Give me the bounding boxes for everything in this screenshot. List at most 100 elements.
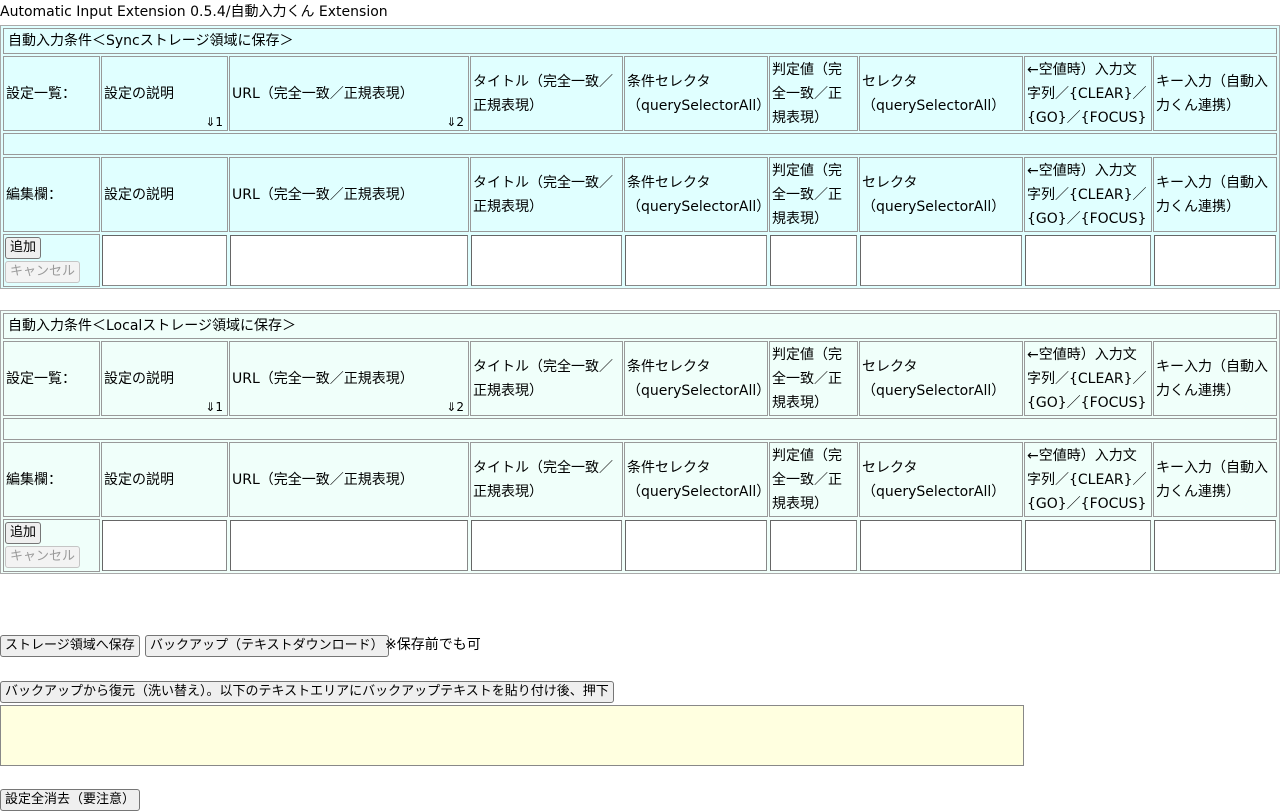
sync-edit-col-key-input: キー入力（自動入力くん連携）: [1153, 157, 1277, 232]
sync-col-url[interactable]: URL（完全一致／正規表現） ⇓2: [229, 56, 469, 131]
sync-selector-input[interactable]: [860, 235, 1022, 286]
edit-col-input-text-label: ←空値時）入力文字列／{CLEAR}／{GO}／{FOCUS}: [1027, 447, 1147, 512]
sync-col-condition-selector: 条件セレクタ（querySelectorAll）: [624, 56, 768, 131]
local-edit-col-judge-value: 判定値（完全一致／正規表現）: [769, 442, 858, 517]
sync-edit-col-selector: セレクタ（querySelectorAll）: [859, 157, 1023, 232]
local-col-title: タイトル（完全一致／正規表現）: [470, 341, 623, 416]
local-condition-selector-input[interactable]: [625, 520, 767, 571]
edit-col-judge-value-label: 判定値（完全一致／正規表現）: [772, 447, 842, 512]
sync-add-button[interactable]: 追加: [5, 237, 42, 259]
col-title-label: タイトル（完全一致／正規表現）: [473, 358, 613, 399]
sync-col-judge-value: 判定値（完全一致／正規表現）: [769, 56, 858, 131]
sync-edit-col-description: 設定の説明: [101, 157, 228, 232]
sort-indicator-1: ⇓1: [205, 400, 223, 414]
local-edit-col-key-input: キー入力（自動入力くん連携）: [1153, 442, 1277, 517]
edit-col-condition-selector-label: 条件セレクタ（querySelectorAll）: [627, 174, 768, 215]
local-add-button[interactable]: 追加: [5, 522, 42, 544]
col-selector-label: セレクタ（querySelectorAll）: [862, 358, 1006, 399]
local-col-description[interactable]: 設定の説明 ⇓1: [101, 341, 228, 416]
sort-indicator-2: ⇓2: [446, 115, 464, 129]
local-edit-col-selector: セレクタ（querySelectorAll）: [859, 442, 1023, 517]
sync-key-input-input[interactable]: [1154, 235, 1276, 286]
local-edit-col-description: 設定の説明: [101, 442, 228, 517]
sync-description-input[interactable]: [102, 235, 227, 286]
local-edit-label-text: 編集欄：: [6, 471, 62, 488]
edit-col-title-label: タイトル（完全一致／正規表現）: [473, 459, 613, 500]
sync-list-label-text: 設定一覧：: [6, 85, 76, 102]
local-judge-value-input[interactable]: [770, 520, 857, 571]
sync-input-text-input[interactable]: [1025, 235, 1151, 286]
sync-edit-label: 編集欄：: [3, 157, 100, 232]
col-url-label: URL（完全一致／正規表現）: [232, 370, 414, 387]
backup-download-button[interactable]: バックアップ（テキストダウンロード）: [145, 635, 389, 657]
sync-judge-value-input[interactable]: [770, 235, 857, 286]
local-cancel-button[interactable]: キャンセル: [5, 546, 81, 568]
edit-col-key-input-label: キー入力（自動入力くん連携）: [1156, 459, 1268, 500]
local-col-input-text: ←空値時）入力文字列／{CLEAR}／{GO}／{FOCUS}: [1024, 341, 1152, 416]
edit-col-key-input-label: キー入力（自動入力くん連携）: [1156, 174, 1268, 215]
restore-textarea[interactable]: [0, 705, 1024, 766]
sync-edit-col-title: タイトル（完全一致／正規表現）: [470, 157, 623, 232]
sync-cancel-button[interactable]: キャンセル: [5, 261, 81, 283]
sync-title-input[interactable]: [471, 235, 622, 286]
local-edit-label: 編集欄：: [3, 442, 100, 517]
local-heading: 自動入力条件＜Localストレージ領域に保存＞: [3, 313, 1277, 339]
edit-col-description-label: 設定の説明: [104, 471, 174, 488]
col-input-text-label: ←空値時）入力文字列／{CLEAR}／{GO}／{FOCUS}: [1027, 346, 1147, 411]
sync-list-label: 設定一覧：: [3, 56, 100, 131]
edit-col-selector-label: セレクタ（querySelectorAll）: [862, 174, 1006, 215]
local-edit-col-condition-selector: 条件セレクタ（querySelectorAll）: [624, 442, 768, 517]
app-title: Automatic Input Extension 0.5.4/自動入力くん E…: [0, 4, 388, 20]
col-url-label: URL（完全一致／正規表現）: [232, 85, 414, 102]
local-list-label: 設定一覧：: [3, 341, 100, 416]
local-edit-col-input-text: ←空値時）入力文字列／{CLEAR}／{GO}／{FOCUS}: [1024, 442, 1152, 517]
sync-col-description[interactable]: 設定の説明 ⇓1: [101, 56, 228, 131]
col-input-text-label: ←空値時）入力文字列／{CLEAR}／{GO}／{FOCUS}: [1027, 61, 1147, 126]
col-judge-value-label: 判定値（完全一致／正規表現）: [772, 346, 842, 411]
local-input-text-input[interactable]: [1025, 520, 1151, 571]
sync-condition-selector-input[interactable]: [625, 235, 767, 286]
local-col-judge-value: 判定値（完全一致／正規表現）: [769, 341, 858, 416]
col-title-label: タイトル（完全一致／正規表現）: [473, 73, 613, 114]
sync-url-input[interactable]: [230, 235, 468, 286]
backup-note: ※保存前でも可: [385, 637, 481, 653]
sync-edit-col-condition-selector: 条件セレクタ（querySelectorAll）: [624, 157, 768, 232]
edit-col-judge-value-label: 判定値（完全一致／正規表現）: [772, 162, 842, 227]
col-description-label: 設定の説明: [104, 370, 174, 387]
sync-col-input-text: ←空値時）入力文字列／{CLEAR}／{GO}／{FOCUS}: [1024, 56, 1152, 131]
col-key-input-label: キー入力（自動入力くん連携）: [1156, 358, 1268, 399]
col-judge-value-label: 判定値（完全一致／正規表現）: [772, 61, 842, 126]
local-url-input[interactable]: [230, 520, 468, 571]
restore-backup-button[interactable]: バックアップから復元（洗い替え）。以下のテキストエリアにバックアップテキストを貼…: [0, 681, 614, 703]
sync-col-selector: セレクタ（querySelectorAll）: [859, 56, 1023, 131]
local-title-input[interactable]: [471, 520, 622, 571]
sync-edit-label-text: 編集欄：: [6, 186, 62, 203]
sync-heading: 自動入力条件＜Syncストレージ領域に保存＞: [3, 28, 1277, 54]
sync-list-empty-row: [3, 133, 1277, 155]
local-col-condition-selector: 条件セレクタ（querySelectorAll）: [624, 341, 768, 416]
sort-indicator-2: ⇓2: [446, 400, 464, 414]
col-selector-label: セレクタ（querySelectorAll）: [862, 73, 1006, 114]
local-list-empty-row: [3, 418, 1277, 440]
local-key-input-input[interactable]: [1154, 520, 1276, 571]
local-panel: 自動入力条件＜Localストレージ領域に保存＞ 設定一覧： 設定の説明 ⇓1 UR…: [0, 310, 1280, 574]
edit-col-title-label: タイトル（完全一致／正規表現）: [473, 174, 613, 215]
local-selector-input[interactable]: [860, 520, 1022, 571]
col-description-label: 設定の説明: [104, 85, 174, 102]
sync-edit-col-url: URL（完全一致／正規表現）: [229, 157, 469, 232]
edit-col-url-label: URL（完全一致／正規表現）: [232, 186, 414, 203]
save-storage-button[interactable]: ストレージ領域へ保存: [0, 635, 140, 657]
sync-edit-col-input-text: ←空値時）入力文字列／{CLEAR}／{GO}／{FOCUS}: [1024, 157, 1152, 232]
col-condition-selector-label: 条件セレクタ（querySelectorAll）: [627, 358, 768, 399]
clear-all-button[interactable]: 設定全消去（要注意）: [0, 789, 141, 811]
sort-indicator-1: ⇓1: [205, 115, 223, 129]
edit-col-input-text-label: ←空値時）入力文字列／{CLEAR}／{GO}／{FOCUS}: [1027, 162, 1147, 227]
local-description-input[interactable]: [102, 520, 227, 571]
local-col-key-input: キー入力（自動入力くん連携）: [1153, 341, 1277, 416]
local-col-selector: セレクタ（querySelectorAll）: [859, 341, 1023, 416]
edit-col-condition-selector-label: 条件セレクタ（querySelectorAll）: [627, 459, 768, 500]
edit-col-selector-label: セレクタ（querySelectorAll）: [862, 459, 1006, 500]
sync-panel: 自動入力条件＜Syncストレージ領域に保存＞ 設定一覧： 設定の説明 ⇓1 URL…: [0, 25, 1280, 289]
sync-edit-col-judge-value: 判定値（完全一致／正規表現）: [769, 157, 858, 232]
local-col-url[interactable]: URL（完全一致／正規表現） ⇓2: [229, 341, 469, 416]
